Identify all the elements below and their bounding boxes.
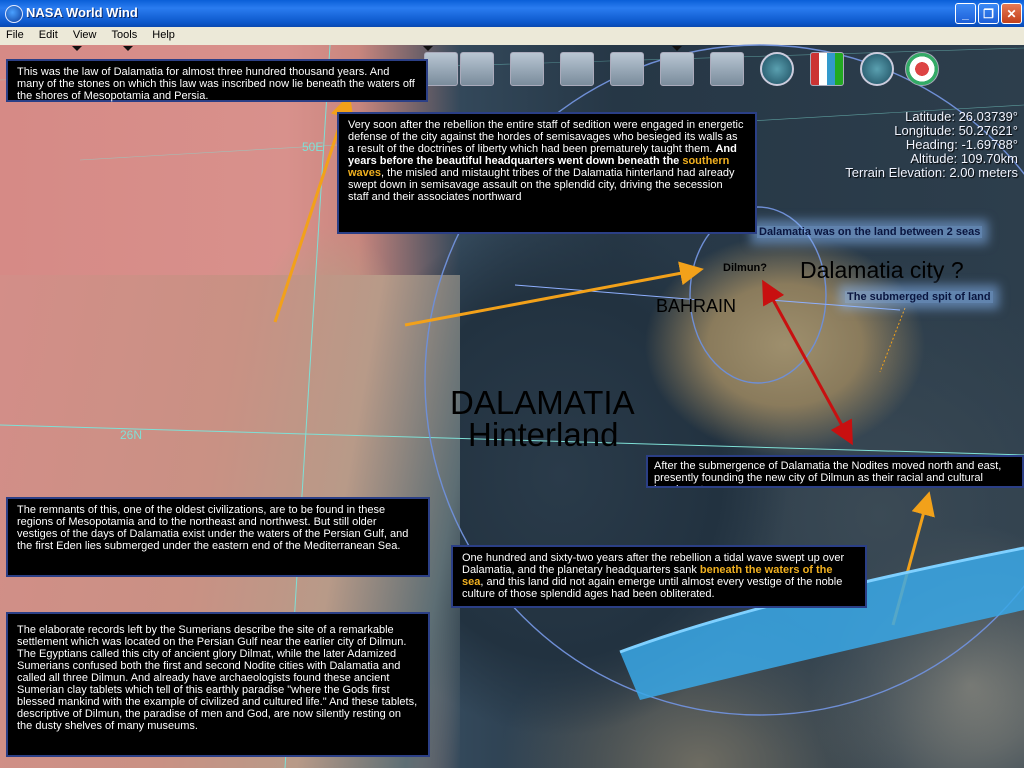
rebellion-text-end: , the misled and mistaught tribes of the… (348, 167, 735, 203)
nodites-textbox: After the submergence of Dalamatia the N… (646, 455, 1024, 488)
astronomy-icon[interactable] (760, 52, 794, 86)
usa-map-icon[interactable] (905, 52, 939, 86)
rebellion-textbox: Very soon after the rebellion the entire… (337, 112, 757, 234)
world-flags-icon[interactable] (810, 52, 844, 86)
dropdown-arrow-icon[interactable] (672, 46, 682, 51)
sumerians-textbox: The elaborate records left by the Sumeri… (6, 612, 430, 757)
usgs-urban-area-icon[interactable] (610, 52, 644, 86)
dropdown-arrow-icon[interactable] (123, 46, 133, 51)
two-seas-label: Dalamatia was on the land between 2 seas (757, 226, 983, 238)
position-readout: Latitude: 26.03739° Longitude: 50.27621°… (845, 110, 1018, 180)
dalamatia-city-label: Dalamatia city ? (800, 257, 964, 283)
arrow-dilmun-hinterland (762, 279, 853, 446)
heading-readout: Heading: -1.69788° (905, 137, 1018, 152)
terrain-elevation-readout: Terrain Elevation: 2.00 meters (845, 165, 1018, 180)
longitude-readout: Longitude: 50.27621° (894, 123, 1018, 138)
dashed-arrow (879, 307, 906, 373)
hinterland-label-line1: DALAMATIA (450, 384, 635, 421)
dropdown-arrow-icon[interactable] (72, 46, 82, 51)
hinterland-label: DALAMATIA Hinterland (450, 384, 635, 453)
dilmun-label: Dilmun? (723, 262, 767, 274)
rebellion-text: Very soon after the rebellion the entire… (348, 119, 744, 155)
placemarks-icon[interactable] (860, 52, 894, 86)
globe-grid-icon[interactable] (660, 52, 694, 86)
latitude-readout: Latitude: 26.03739° (905, 109, 1018, 124)
tidal-wave-textbox: One hundred and sixty-two years after th… (451, 545, 867, 608)
usgs-topo-icon[interactable] (510, 52, 544, 86)
usgs-topo-map-icon[interactable] (560, 52, 594, 86)
law-textbox: This was the law of Dalamatia for almost… (6, 59, 428, 102)
bahrain-label: BAHRAIN (656, 296, 737, 316)
satellite-icon[interactable] (710, 52, 744, 86)
landsat-7-icon[interactable] (460, 52, 494, 86)
submerged-spit-label: The submerged spit of land (845, 291, 993, 303)
latitude-label: 26N (120, 428, 143, 442)
hinterland-label-line2: Hinterland (468, 416, 619, 453)
altitude-readout: Altitude: 109.70km (910, 151, 1018, 166)
tidal-text-end: , and this land did not again emerge unt… (462, 576, 843, 600)
layer-icon[interactable] (424, 52, 458, 86)
arrow-rebellion (404, 261, 704, 327)
longitude-label: 50E (302, 140, 324, 154)
dropdown-arrow-icon[interactable] (423, 46, 433, 51)
remnants-textbox: The remnants of this, one of the oldest … (6, 497, 430, 577)
